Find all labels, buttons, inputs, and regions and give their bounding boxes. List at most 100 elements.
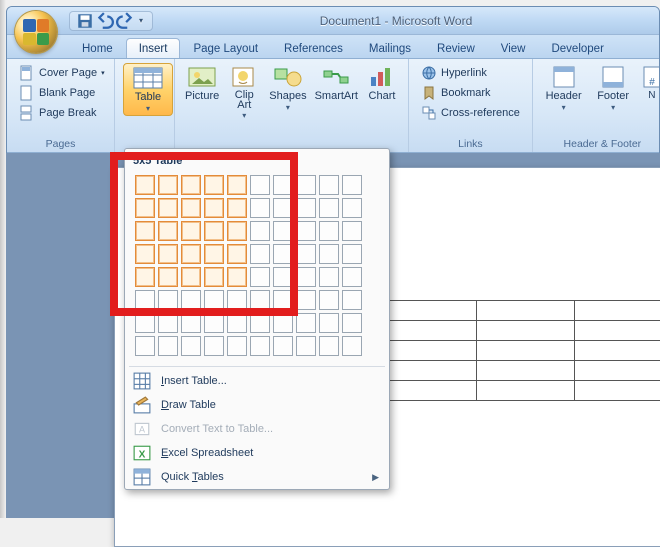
grid-cell[interactable] [158, 221, 178, 241]
grid-cell[interactable] [204, 336, 224, 356]
grid-cell[interactable] [342, 267, 362, 287]
grid-cell[interactable] [319, 336, 339, 356]
grid-cell[interactable] [342, 290, 362, 310]
grid-cell[interactable] [273, 244, 293, 264]
grid-cell[interactable] [204, 198, 224, 218]
grid-cell[interactable] [250, 313, 270, 333]
grid-cell[interactable] [227, 336, 247, 356]
tab-view[interactable]: View [488, 38, 539, 58]
grid-cell[interactable] [342, 336, 362, 356]
tab-developer[interactable]: Developer [538, 38, 616, 58]
blank-page-button[interactable]: Blank Page [15, 83, 106, 103]
grid-cell[interactable] [158, 244, 178, 264]
grid-cell[interactable] [158, 313, 178, 333]
tab-references[interactable]: References [271, 38, 356, 58]
grid-cell[interactable] [181, 267, 201, 287]
grid-cell[interactable] [158, 198, 178, 218]
grid-cell[interactable] [227, 313, 247, 333]
grid-cell[interactable] [204, 313, 224, 333]
grid-cell[interactable] [250, 175, 270, 195]
grid-cell[interactable] [181, 221, 201, 241]
grid-cell[interactable] [181, 290, 201, 310]
grid-cell[interactable] [250, 290, 270, 310]
grid-cell[interactable] [273, 175, 293, 195]
grid-cell[interactable] [204, 175, 224, 195]
insert-table-grid[interactable] [125, 171, 389, 364]
cross-reference-button[interactable]: Cross-reference [417, 103, 524, 123]
page-number-button[interactable]: # N [640, 63, 659, 114]
grid-cell[interactable] [319, 175, 339, 195]
menu-draw-table[interactable]: Draw Table [125, 393, 389, 417]
grid-cell[interactable] [296, 336, 316, 356]
clip-art-button[interactable]: Clip Art ▾ [225, 63, 263, 122]
grid-cell[interactable] [319, 198, 339, 218]
redo-icon[interactable] [116, 13, 134, 29]
grid-cell[interactable] [158, 175, 178, 195]
grid-cell[interactable] [135, 267, 155, 287]
grid-cell[interactable] [204, 244, 224, 264]
tab-mailings[interactable]: Mailings [356, 38, 424, 58]
grid-cell[interactable] [250, 336, 270, 356]
page-break-button[interactable]: Page Break [15, 103, 106, 123]
grid-cell[interactable] [135, 221, 155, 241]
grid-cell[interactable] [319, 267, 339, 287]
grid-cell[interactable] [135, 290, 155, 310]
tab-insert[interactable]: Insert [126, 38, 181, 58]
grid-cell[interactable] [296, 175, 316, 195]
grid-cell[interactable] [273, 290, 293, 310]
grid-cell[interactable] [227, 244, 247, 264]
grid-cell[interactable] [135, 313, 155, 333]
grid-cell[interactable] [273, 267, 293, 287]
grid-cell[interactable] [342, 244, 362, 264]
grid-cell[interactable] [342, 221, 362, 241]
footer-button[interactable]: Footer▾ [590, 63, 636, 114]
office-button[interactable] [15, 11, 57, 53]
grid-cell[interactable] [181, 313, 201, 333]
grid-cell[interactable] [319, 244, 339, 264]
bookmark-button[interactable]: Bookmark [417, 83, 524, 103]
grid-cell[interactable] [135, 336, 155, 356]
grid-cell[interactable] [227, 198, 247, 218]
grid-cell[interactable] [273, 336, 293, 356]
grid-cell[interactable] [227, 175, 247, 195]
cover-page-button[interactable]: Cover Page ▾ [15, 63, 106, 83]
grid-cell[interactable] [135, 175, 155, 195]
grid-cell[interactable] [319, 313, 339, 333]
tab-page-layout[interactable]: Page Layout [180, 38, 271, 58]
grid-cell[interactable] [204, 267, 224, 287]
grid-cell[interactable] [250, 198, 270, 218]
header-button[interactable]: Header▾ [541, 63, 587, 114]
grid-cell[interactable] [227, 290, 247, 310]
grid-cell[interactable] [296, 244, 316, 264]
hyperlink-button[interactable]: Hyperlink [417, 63, 524, 83]
grid-cell[interactable] [158, 336, 178, 356]
shapes-button[interactable]: Shapes ▾ [267, 63, 308, 122]
grid-cell[interactable] [204, 290, 224, 310]
grid-cell[interactable] [296, 198, 316, 218]
grid-cell[interactable] [273, 198, 293, 218]
chart-button[interactable]: Chart [364, 63, 400, 122]
grid-cell[interactable] [319, 290, 339, 310]
grid-cell[interactable] [296, 313, 316, 333]
grid-cell[interactable] [181, 336, 201, 356]
grid-cell[interactable] [158, 290, 178, 310]
save-icon[interactable] [76, 13, 94, 29]
qat-customize-icon[interactable]: ▾ [136, 13, 146, 29]
grid-cell[interactable] [250, 244, 270, 264]
grid-cell[interactable] [273, 313, 293, 333]
grid-cell[interactable] [227, 267, 247, 287]
grid-cell[interactable] [158, 267, 178, 287]
grid-cell[interactable] [250, 267, 270, 287]
tab-home[interactable]: Home [69, 38, 126, 58]
grid-cell[interactable] [273, 221, 293, 241]
grid-cell[interactable] [135, 244, 155, 264]
grid-cell[interactable] [319, 221, 339, 241]
grid-cell[interactable] [342, 313, 362, 333]
grid-cell[interactable] [227, 221, 247, 241]
grid-cell[interactable] [181, 198, 201, 218]
menu-insert-table[interactable]: Insert Table... [125, 369, 389, 393]
grid-cell[interactable] [296, 221, 316, 241]
grid-cell[interactable] [181, 244, 201, 264]
grid-cell[interactable] [250, 221, 270, 241]
grid-cell[interactable] [204, 221, 224, 241]
